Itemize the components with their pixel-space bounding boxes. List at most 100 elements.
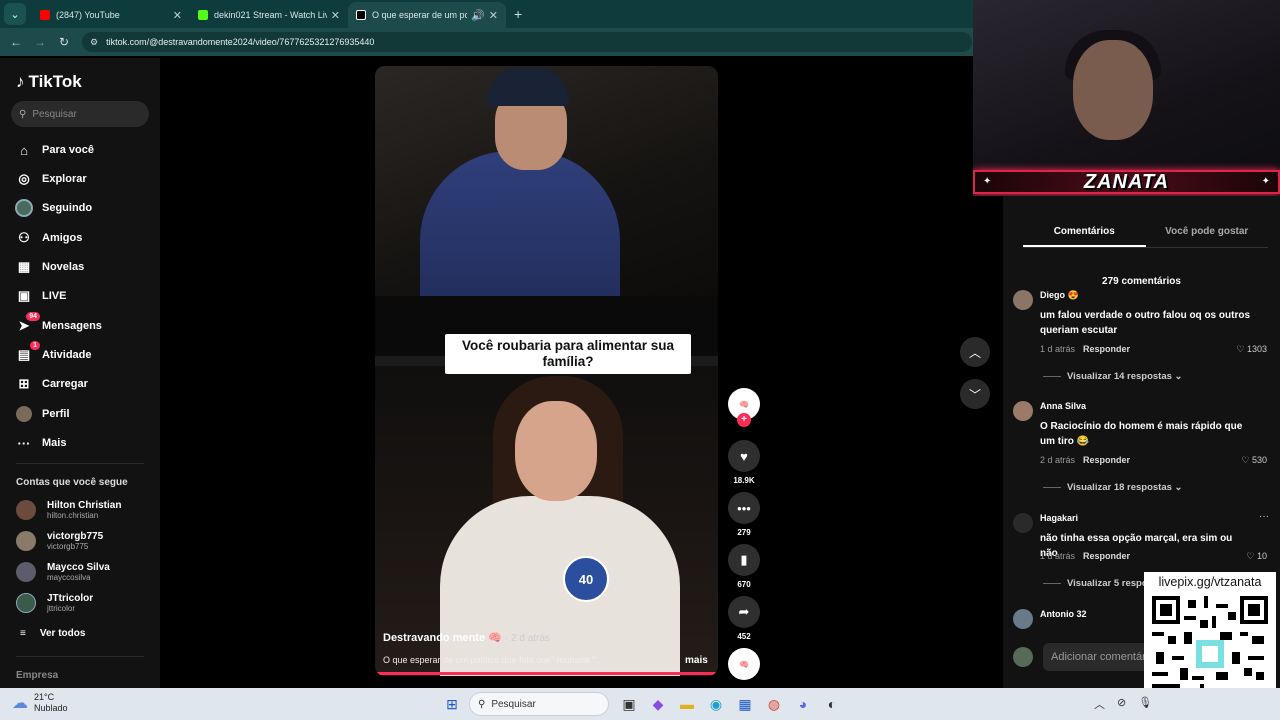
chrome-icon[interactable]: ◍ <box>762 692 786 716</box>
video-author-row[interactable]: Destravando mente 🧠 · 2 d atrás <box>383 631 550 644</box>
close-tab-icon[interactable]: ✕ <box>331 9 340 22</box>
windows-start-icon[interactable]: ⊞ <box>440 692 464 716</box>
more-button[interactable]: mais <box>685 655 708 666</box>
following-account[interactable]: JTtricolor jttricolor <box>16 593 93 613</box>
speaker-icon[interactable]: 🔊 <box>471 9 485 22</box>
url-input[interactable]: ⚙ tiktok.com/@destravandomente2024/video… <box>82 32 972 52</box>
previous-video-button[interactable]: ︿ <box>960 337 990 367</box>
avatar <box>16 531 36 551</box>
comment-time: 2 d atrás <box>1040 455 1076 465</box>
chevron-down-icon: ﹀ <box>968 387 981 402</box>
nav-explorar[interactable]: ◎ Explorar <box>15 170 86 188</box>
reload-icon[interactable]: ↻ <box>52 35 76 49</box>
close-tab-icon[interactable]: ✕ <box>489 9 498 22</box>
view-replies-button[interactable]: Visualizar 18 respostas ⌄ <box>1043 482 1183 493</box>
forward-icon[interactable]: → <box>28 35 52 49</box>
tab-search-menu-icon[interactable]: ⌄ <box>4 3 26 25</box>
share-button[interactable]: ➦ 452 <box>726 596 762 642</box>
tab-comentarios[interactable]: Comentários <box>1023 226 1146 247</box>
comment-user[interactable]: Anna Silva <box>1040 401 1086 411</box>
account-name: victorgb775 <box>47 531 104 542</box>
comment-user[interactable]: Antonio 32 <box>1040 609 1087 619</box>
tab-youtube[interactable]: (2847) YouTube ✕ <box>32 2 190 28</box>
taskbar-apps: ⊞ ⚲ Pesquisar ▣ ◆ ▬ ◉ ▦ ◍ ◕ ◐ <box>440 692 849 716</box>
company-link[interactable]: Empresa <box>16 670 58 681</box>
store-icon[interactable]: ▦ <box>733 692 757 716</box>
file-explorer-icon[interactable]: ▬ <box>675 692 699 716</box>
tiktok-favicon-icon <box>356 10 366 20</box>
comment-user[interactable]: Diego 😍 <box>1040 290 1079 301</box>
nav-novelas[interactable]: ▦ Novelas <box>15 258 84 276</box>
following-account[interactable]: Maycco Silva mayccosilva <box>16 562 110 582</box>
search-input[interactable]: ⚲ Pesquisar <box>11 101 149 127</box>
video-progress-bar[interactable] <box>375 672 718 675</box>
video-player[interactable]: 40 Você roubaria para alimentar sua famí… <box>375 66 718 676</box>
campaign-pin: 40 <box>563 556 609 602</box>
nav-carregar[interactable]: ⊞ Carregar <box>15 375 88 393</box>
reply-button[interactable]: Responder <box>1083 344 1130 354</box>
like-count: 18.9K <box>733 476 755 485</box>
avatar[interactable] <box>1013 401 1033 421</box>
view-replies-button[interactable]: Visualizar 14 respostas ⌄ <box>1043 371 1183 382</box>
tab-kick[interactable]: dekin021 Stream - Watch Live on Kick ✕ <box>190 2 348 28</box>
woman-face <box>515 401 597 501</box>
creator-avatar-button[interactable]: 🧠 + <box>726 388 762 434</box>
comment-options-icon[interactable]: ··· <box>1259 511 1269 522</box>
nav-mais[interactable]: ··· Mais <box>15 434 67 452</box>
nav-mensagens[interactable]: ➤ 94 Mensagens <box>15 312 102 335</box>
like-button[interactable]: ♥ 18.9K <box>726 440 762 486</box>
weather-widget[interactable]: ☁ 21°C Nublado <box>12 692 68 714</box>
avatar[interactable] <box>1013 609 1033 629</box>
reply-button[interactable]: Responder <box>1083 455 1130 465</box>
nav-atividade[interactable]: ▤ 1 Atividade <box>15 341 92 364</box>
webcam-overlay: ✦ ZANATA ✦ <box>973 0 1280 196</box>
tray-chevron-icon[interactable]: ︿ <box>1094 696 1105 712</box>
comment-button[interactable]: ••• 279 <box>726 492 762 538</box>
like-count: 10 <box>1256 551 1267 561</box>
share-icon: ➦ <box>728 596 760 628</box>
film-icon: ▦ <box>17 259 31 274</box>
close-tab-icon[interactable]: ✕ <box>173 9 182 22</box>
obs-icon[interactable]: ◐ <box>820 692 844 716</box>
nav-amigos[interactable]: ⚇ Amigos <box>15 229 82 247</box>
follow-plus-icon[interactable]: + <box>737 413 751 427</box>
account-handle: mayccosilva <box>47 573 91 582</box>
sidebar-divider <box>16 656 144 657</box>
following-account[interactable]: victorgb775 victorgb775 <box>16 531 103 551</box>
comment-likes[interactable]: ♡ 530 <box>1241 455 1267 466</box>
task-view-icon[interactable]: ▣ <box>617 692 641 716</box>
edge-icon[interactable]: ◉ <box>704 692 728 716</box>
nav-perfil[interactable]: Perfil <box>15 405 70 423</box>
nav-live[interactable]: ▣ LIVE <box>15 287 67 305</box>
avatar[interactable] <box>1013 290 1033 310</box>
site-info-icon[interactable]: ⚙ <box>90 37 98 48</box>
new-tab-button[interactable]: + <box>514 6 522 22</box>
comment-user[interactable]: Hagakari <box>1040 513 1078 523</box>
url-text: tiktok.com/@destravandomente2024/video/7… <box>106 37 375 47</box>
comment-likes[interactable]: ♡ 10 <box>1246 551 1267 562</box>
comment-likes[interactable]: ♡ 1303 <box>1236 344 1267 355</box>
nav-para-voce[interactable]: ⌂ Para você <box>15 141 94 159</box>
tab-voce-pode-gostar[interactable]: Você pode gostar <box>1146 226 1269 247</box>
following-account[interactable]: Hilton Christian hilton.christian <box>16 500 121 520</box>
nav-seguindo[interactable]: Seguindo <box>15 199 92 217</box>
tab-tiktok[interactable]: O que esperar de um político que fala qu… <box>348 2 506 28</box>
microphone-icon[interactable]: 🎙 <box>1138 696 1152 712</box>
network-icon[interactable]: ⊘ <box>1117 696 1126 712</box>
taskbar-search-input[interactable]: ⚲ Pesquisar <box>469 692 609 716</box>
sound-disc-icon: 🧠 <box>728 648 760 680</box>
reply-button[interactable]: Responder <box>1083 551 1130 561</box>
save-button[interactable]: ▮ 670 <box>726 544 762 590</box>
discord-icon[interactable]: ◕ <box>791 692 815 716</box>
friends-icon: ⚇ <box>18 230 30 245</box>
tab-title: (2847) YouTube <box>56 10 120 20</box>
see-all-button[interactable]: ≡ Ver todos <box>20 628 85 639</box>
next-video-button[interactable]: ﹀ <box>960 379 990 409</box>
panel-tabs: Comentários Você pode gostar <box>1023 226 1268 248</box>
avatar[interactable] <box>1013 513 1033 533</box>
copilot-icon[interactable]: ◆ <box>646 692 670 716</box>
comment-count: 279 <box>737 528 751 537</box>
sound-disc-button[interactable]: 🧠 <box>726 648 762 680</box>
tiktok-logo[interactable]: ♪ TikTok <box>16 72 82 92</box>
back-icon[interactable]: ← <box>4 35 28 49</box>
